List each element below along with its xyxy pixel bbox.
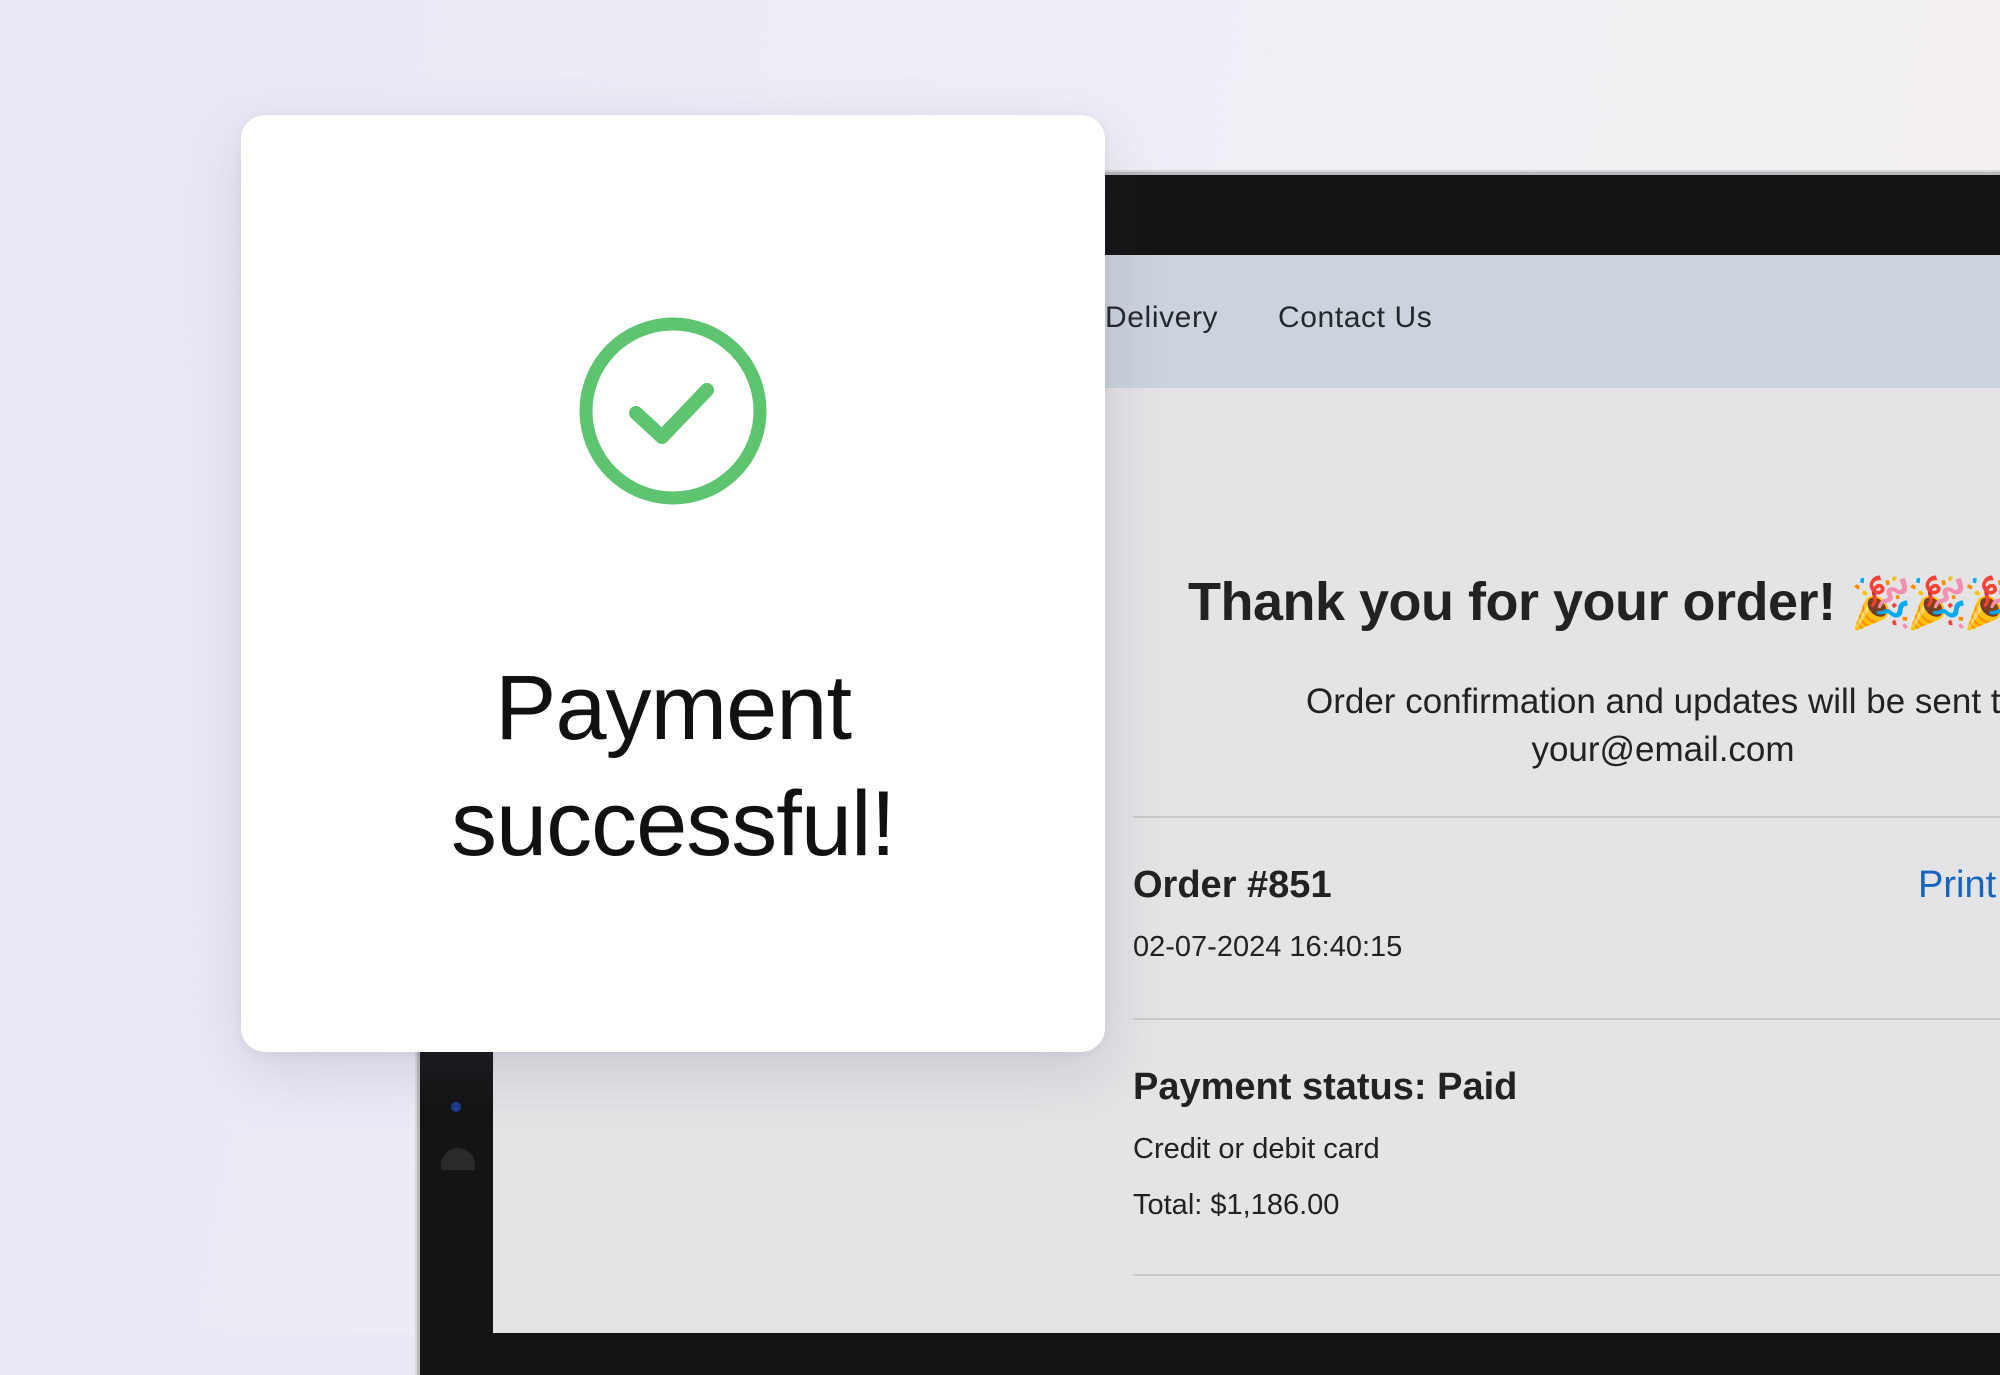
divider [1133,1018,2000,1020]
print-link[interactable]: Print [1918,864,1996,907]
payment-total: Total: $1,186.00 [1133,1189,1340,1221]
camera-dot [451,1102,461,1112]
thank-you-heading-text: Thank you for your order! [1188,572,1836,632]
confirmation-message-line1: Order confirmation and updates will be s… [1306,682,2000,721]
payment-method: Credit or debit card [1133,1133,1380,1165]
thank-you-heading: Thank you for your order! 🎉🎉🎉 [1188,571,2000,633]
confirmation-message: Order confirmation and updates will be s… [1213,678,2000,774]
payment-success-title: Payment successful! [241,650,1105,882]
payment-success-title-line2: successful! [450,773,896,875]
order-datetime: 02-07-2024 16:40:15 [1133,931,1403,963]
divider [1133,816,2000,818]
check-circle-icon [577,315,769,507]
nav-item-contact-us[interactable]: Contact Us [1278,301,1432,335]
nav-item-delivery[interactable]: Delivery [1105,301,1218,335]
confirmation-email: your@email.com [1531,730,1795,769]
payment-success-card: Payment successful! [241,115,1105,1052]
payment-status: Payment status: Paid [1133,1066,1518,1108]
party-popper-icon: 🎉🎉🎉 [1850,575,2000,631]
payment-success-title-line1: Payment [494,657,852,759]
order-number: Order #851 [1133,864,1332,906]
divider [1133,1274,2000,1276]
